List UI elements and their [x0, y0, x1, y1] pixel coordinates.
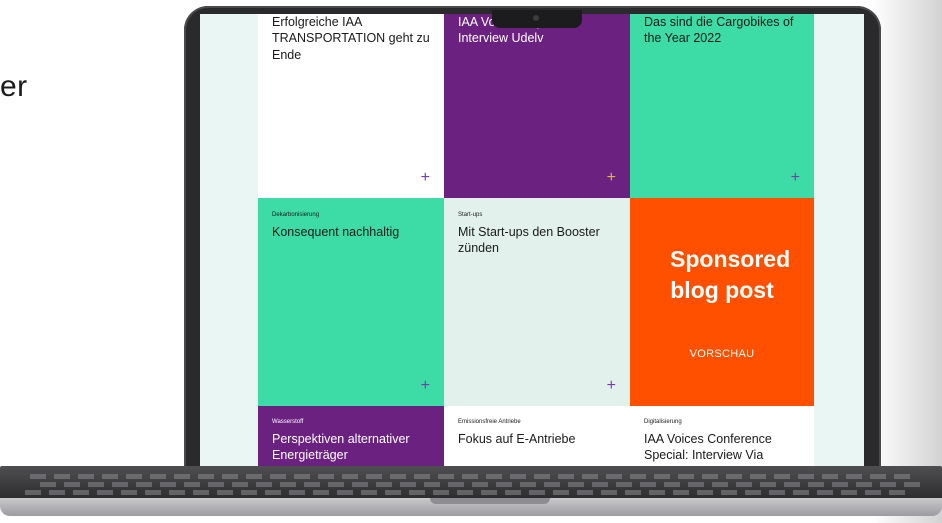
article-grid: Erfolgreiche IAA TRANSPORTATION geht zu … — [258, 14, 814, 471]
preview-link[interactable]: VORSCHAU — [630, 348, 814, 360]
sponsored-tile[interactable]: Sponsored blog post VORSCHAU — [630, 198, 814, 406]
article-tile[interactable]: Digitalisierung IAA Voices Conference Sp… — [630, 406, 814, 471]
article-title[interactable]: IAA Voices Conference Special: Interview… — [644, 431, 800, 464]
partial-heading-text: er — [0, 70, 28, 103]
sponsored-heading: Sponsored blog post — [670, 246, 791, 304]
laptop-screen: Erfolgreiche IAA TRANSPORTATION geht zu … — [200, 14, 864, 471]
article-title[interactable]: Perspektiven alternativer Energieträger — [272, 431, 430, 464]
article-category: Start-ups — [458, 212, 483, 218]
key-row — [25, 490, 905, 495]
article-tile[interactable]: Start-ups Mit Start-ups den Booster zünd… — [444, 198, 630, 406]
article-tile[interactable]: IAA Vo… ce Special: Interview Udelv + — [444, 14, 630, 198]
key-row — [40, 482, 920, 487]
article-tile[interactable]: Dekarbonisierung Konsequent nachhaltig + — [258, 198, 444, 406]
plus-icon[interactable]: + — [791, 170, 800, 186]
article-title[interactable]: Mit Start-ups den Booster zünden — [458, 224, 616, 257]
plus-icon[interactable]: + — [421, 378, 430, 394]
article-tile[interactable]: Das sind die Cargobikes of the Year 2022… — [630, 14, 814, 198]
article-title[interactable]: Fokus auf E-Antriebe — [458, 431, 616, 447]
article-title[interactable]: Konsequent nachhaltig — [272, 224, 430, 240]
plus-icon[interactable]: + — [607, 170, 616, 186]
article-category: Wasserstoff — [272, 419, 304, 425]
article-tile[interactable]: Erfolgreiche IAA TRANSPORTATION geht zu … — [258, 14, 444, 198]
trackpad-notch — [430, 498, 550, 504]
article-category: Emissionsfreie Antriebe — [458, 419, 521, 425]
background-gradient — [872, 0, 942, 523]
article-tile[interactable]: Emissionsfreie Antriebe Fokus auf E-Antr… — [444, 406, 630, 471]
key-row — [30, 474, 910, 479]
plus-icon[interactable]: + — [607, 378, 616, 394]
article-category: Digitalisierung — [644, 419, 682, 425]
keyboard — [0, 466, 942, 500]
article-tile[interactable]: Wasserstoff Perspektiven alternativer En… — [258, 406, 444, 471]
article-title[interactable]: Erfolgreiche IAA TRANSPORTATION geht zu … — [272, 14, 430, 63]
article-title[interactable]: Das sind die Cargobikes of the Year 2022 — [644, 14, 800, 47]
camera-icon — [533, 15, 539, 21]
article-category: Dekarbonisierung — [272, 212, 320, 218]
plus-icon[interactable]: + — [421, 170, 430, 186]
